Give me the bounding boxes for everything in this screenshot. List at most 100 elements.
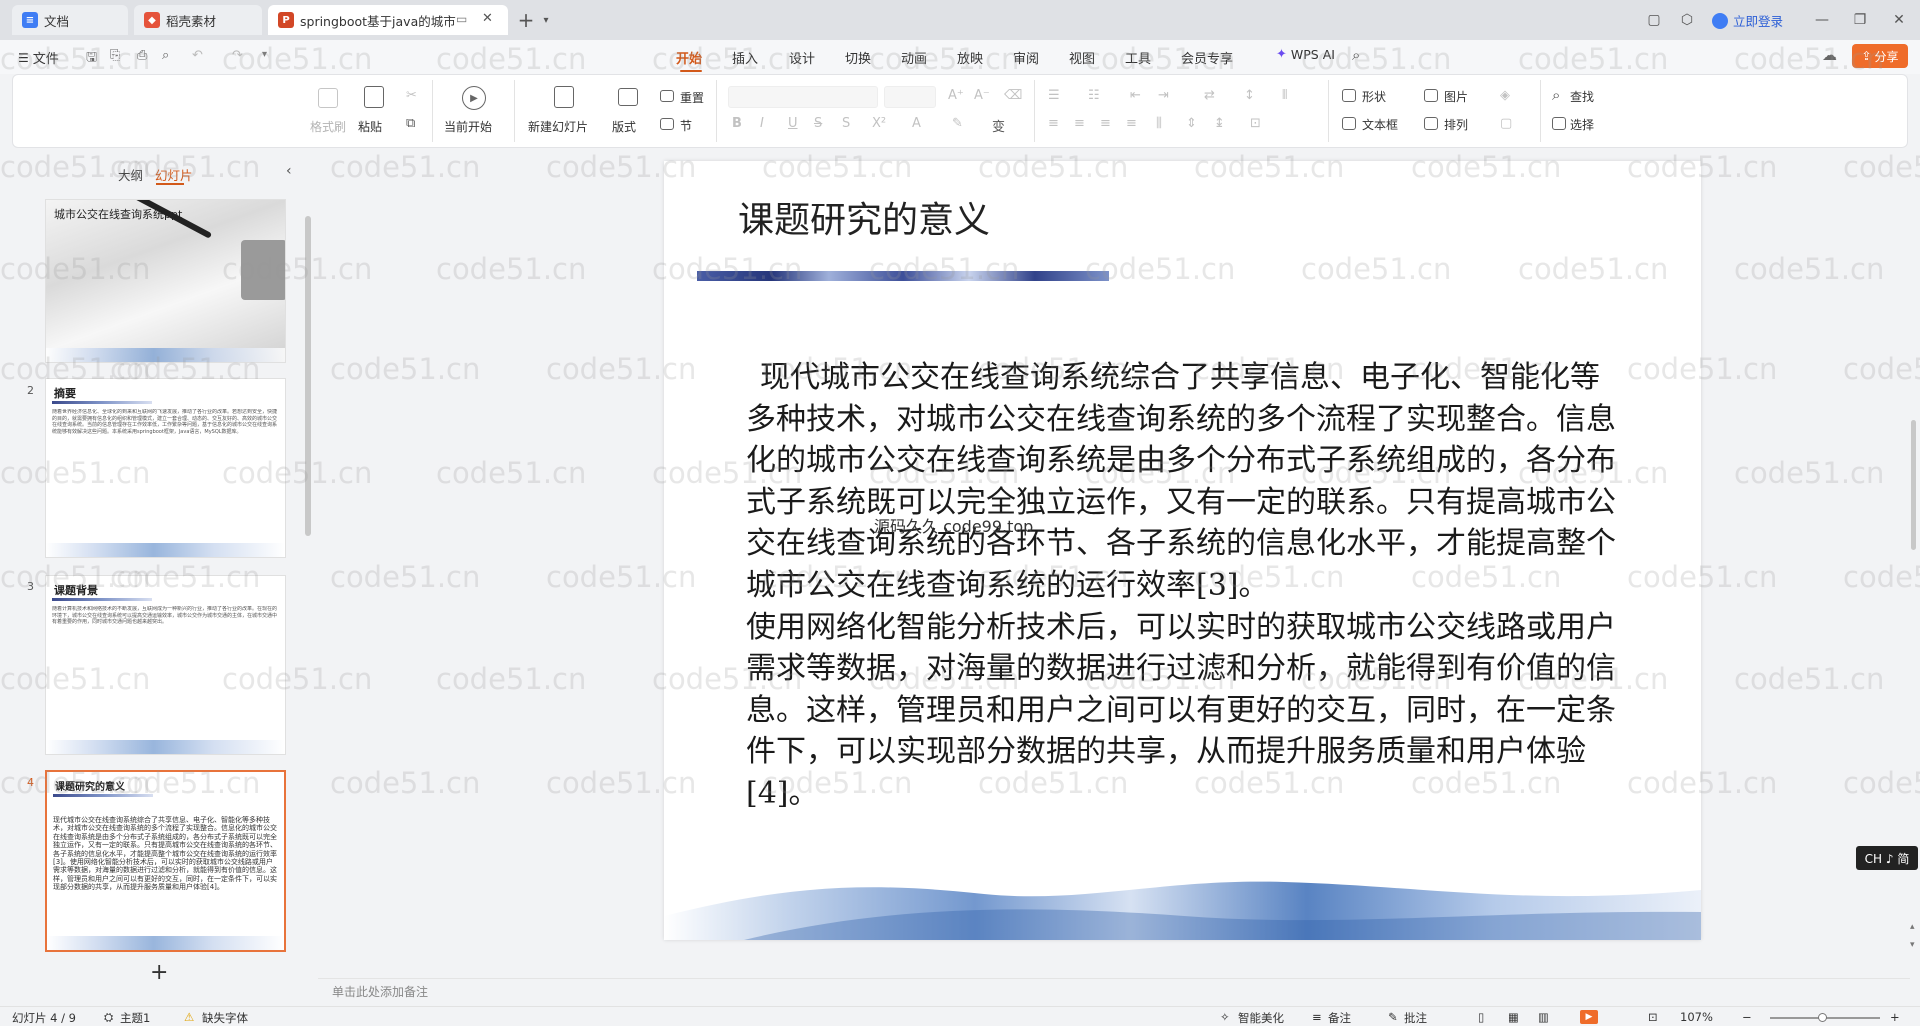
add-slide-button[interactable]: + [150,962,168,984]
paste-button[interactable]: 粘贴 [358,118,382,135]
cloud-upload-icon[interactable]: ☁ [1822,46,1837,64]
close-window-icon[interactable]: ✕ [1889,10,1909,30]
vertical-align-icon[interactable]: ⇕ [1186,116,1197,131]
customize-chevron-icon[interactable]: ▾ [262,49,267,60]
section-button[interactable]: 节 [680,117,692,134]
text-fit-icon[interactable]: ⊡ [1250,116,1261,131]
bold-icon[interactable]: B [732,116,742,131]
clear-format-icon[interactable]: ⌫ [1004,88,1022,103]
textbox-button[interactable]: 文本框 [1362,116,1398,133]
increase-indent-icon[interactable]: ⇥ [1158,88,1169,103]
print-icon[interactable]: ⎙ [137,48,147,63]
cut-icon[interactable]: ✂ [406,88,417,103]
fit-window-icon[interactable]: ⊡ [1648,1010,1658,1024]
window-layout-icon[interactable]: ▢ [1644,10,1664,30]
format-painter-button[interactable]: 格式刷 [310,118,346,135]
cube-icon[interactable]: ⬡ [1677,10,1697,30]
new-slide-button[interactable]: 新建幻灯片 [528,118,588,135]
panel-scrollbar[interactable] [305,216,311,536]
tab-animation[interactable]: 动画 [901,48,927,67]
tab-insert[interactable]: 插入 [732,48,758,67]
slide-title[interactable]: 课题研究的意义 [738,191,990,243]
slide-body-text[interactable]: 现代城市公交在线查询系统综合了共享信息、电子化、智能化等多种技术，对城市公交在线… [746,357,1626,815]
picture-button[interactable]: 图片 [1444,88,1468,105]
text-direction-icon[interactable]: ⇄ [1204,88,1215,103]
notes-button[interactable]: 备注 [1328,1010,1351,1026]
tab-document[interactable]: ≡ 文档 [12,5,128,35]
line-spacing-icon[interactable]: ↕ [1244,88,1255,103]
file-menu[interactable]: ☰ 文件 [18,48,59,68]
tab-tools[interactable]: 工具 [1125,48,1151,67]
theme-label[interactable]: 主题1 [120,1010,150,1026]
align-center-icon[interactable]: ≡ [1074,116,1085,131]
slide-thumbnail-1[interactable]: 城市公交在线查询系统ppt [45,199,286,363]
tab-outline[interactable]: 大纲 [118,165,143,184]
tab-transition[interactable]: 切换 [845,48,871,67]
justify-icon[interactable]: ≡ [1126,116,1137,131]
find-button[interactable]: 查找 [1570,88,1594,105]
slide-thumbnail-3[interactable]: 课题背景 随着计算机技术和网络技术的不断发展，互联网成为一种新兴的行业，推动了各… [45,575,286,755]
shadow-text-icon[interactable]: S [842,116,850,131]
shape-button[interactable]: 形状 [1362,88,1386,105]
scroll-thumb[interactable] [1911,420,1916,550]
font-size-select[interactable] [884,86,936,108]
slide-thumbnail-2[interactable]: 摘要 随着世界经济信息化、全球化的到来和互联网的飞速发展，推动了各行业的改革。若… [45,378,286,558]
scroll-up-icon[interactable]: ▴ [1910,922,1915,932]
missing-font-label[interactable]: 缺失字体 [202,1010,248,1026]
tab-member[interactable]: 会员专享 [1181,48,1233,67]
grow-font-icon[interactable]: A⁺ [948,88,964,103]
ime-indicator[interactable]: CH ♪ 简 [1856,846,1918,870]
login-button[interactable]: 立即登录 [1712,11,1783,30]
layout-button[interactable]: 版式 [612,118,636,135]
comment-button[interactable]: 批注 [1404,1010,1427,1026]
reading-view-icon[interactable]: ▥ [1538,1010,1549,1024]
strikethrough-icon[interactable]: S [814,116,822,131]
tab-home[interactable]: 开始 [676,48,702,67]
play-slideshow-icon[interactable]: ▶ [1580,1010,1598,1024]
fill-icon[interactable]: ◈ [1500,88,1510,103]
collapse-panel-icon[interactable]: ‹ [286,163,292,179]
zoom-slider-thumb[interactable] [1818,1013,1827,1022]
tab-design[interactable]: 设计 [789,48,815,67]
font-color-icon[interactable]: A [912,116,921,131]
save-icon[interactable]: 🖫 [86,48,97,70]
undo-icon[interactable]: ↶ [192,48,203,63]
underline-icon[interactable]: U [788,116,798,131]
chevron-down-icon[interactable]: ▾ [536,10,556,30]
slide-thumbnail-4[interactable]: 课题研究的意义 现代城市公交在线查询系统综合了共享信息、电子化、智能化等多种技术… [45,770,286,952]
start-from-current-button[interactable]: 当前开始 [444,118,492,135]
decrease-indent-icon[interactable]: ⇤ [1130,88,1141,103]
paragraph-spacing-icon[interactable]: ↨ [1214,116,1225,131]
tab-view[interactable]: 视图 [1069,48,1095,67]
wps-ai-button[interactable]: ✦ WPS AI [1276,47,1335,62]
zoom-out-icon[interactable]: − [1742,1010,1752,1024]
slide-canvas[interactable]: 课题研究的意义 现代城市公交在线查询系统综合了共享信息、电子化、智能化等多种技术… [664,161,1701,940]
zoom-in-icon[interactable]: + [1890,1010,1900,1024]
tab-docer[interactable]: ◆ 稻壳素材 [134,5,262,35]
search-icon[interactable]: ⌕ [1352,46,1360,64]
outline-icon[interactable]: ▢ [1500,116,1512,131]
align-left-icon[interactable]: ≡ [1048,116,1059,131]
smart-beautify-button[interactable]: 智能美化 [1238,1010,1284,1026]
scroll-down-icon[interactable]: ▾ [1910,940,1915,950]
redo-icon[interactable]: ↷ [232,48,243,63]
arrange-button[interactable]: 排列 [1444,116,1468,133]
slide-sorter-icon[interactable]: ▦ [1508,1010,1519,1024]
align-right-icon[interactable]: ≡ [1100,116,1111,131]
restore-icon[interactable]: ❐ [1850,10,1870,30]
shrink-font-icon[interactable]: A⁻ [974,88,990,103]
normal-view-icon[interactable]: ▯ [1478,1010,1484,1024]
reset-button[interactable]: 重置 [680,89,704,106]
superscript-icon[interactable]: X² [872,116,886,131]
italic-icon[interactable]: I [760,116,764,131]
tab-slideshow[interactable]: 放映 [957,48,983,67]
distribute-icon[interactable]: ⫼ [1156,116,1162,131]
new-tab-icon[interactable]: + [516,8,536,32]
share-button[interactable]: ⇪ 分享 [1852,44,1908,68]
numbered-list-icon[interactable]: ☷ [1088,88,1100,103]
minimize-icon[interactable]: — [1812,10,1832,30]
close-tab-icon[interactable]: ✕ [482,11,493,26]
font-name-select[interactable] [728,86,878,108]
bullet-list-icon[interactable]: ☰ [1048,88,1060,103]
copy-icon[interactable]: ⧉ [406,116,415,131]
